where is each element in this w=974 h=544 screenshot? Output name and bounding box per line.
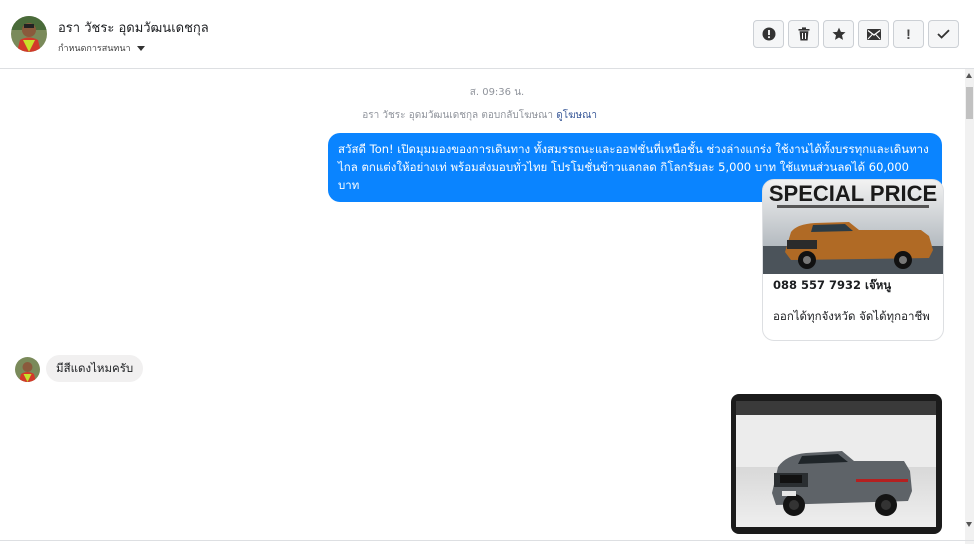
report-button[interactable]: [753, 20, 784, 48]
ad-reply-notice: อรา วัชระ อุดมวัฒนเดชกุล ตอบกลับโฆษณา ดู…: [362, 108, 597, 123]
scroll-up-icon[interactable]: [966, 73, 972, 78]
sender-avatar[interactable]: [15, 357, 40, 382]
chevron-down-icon: [136, 45, 145, 51]
star-icon: [832, 27, 845, 40]
scroll-down-icon[interactable]: [966, 522, 972, 527]
done-button[interactable]: [928, 20, 959, 48]
ad-image: SPECIAL PRICE: [763, 180, 943, 274]
message-thread[interactable]: ส. 09:36 น. อรา วัชระ อุดมวัฒนเดชกุล ตอบ…: [0, 69, 965, 544]
attached-photo[interactable]: [731, 394, 942, 534]
star-button[interactable]: [823, 20, 854, 48]
check-icon: [937, 29, 950, 39]
ad-reply-text: อรา วัชระ อุดมวัฒนเดชกุล ตอบกลับโฆษณา: [362, 110, 554, 121]
conversation-scrollbar[interactable]: [965, 69, 974, 544]
message-timestamp: ส. 09:36 น.: [469, 87, 525, 98]
header-actions: !: [753, 20, 959, 48]
important-button[interactable]: !: [893, 20, 924, 48]
incoming-message: มีสีแดงไหมครับ: [46, 355, 144, 382]
contact-avatar[interactable]: [11, 16, 47, 52]
conversation-settings-label: กำหนดการสนทนา: [58, 44, 131, 54]
truck-photo: [736, 401, 936, 527]
ad-description: ออกได้ทุกจังหวัด จัดได้ทุกอาชีพ: [773, 309, 930, 323]
exclamation-icon: !: [906, 26, 911, 42]
alert-circle-icon: [762, 27, 775, 41]
mail-button[interactable]: [858, 20, 889, 48]
ad-phone: 088 557 7932 เจ๊หนู: [773, 278, 892, 292]
trash-icon: [798, 27, 809, 41]
view-ad-link[interactable]: ดูโฆษณา: [556, 110, 597, 121]
scroll-thumb[interactable]: [966, 87, 973, 119]
conversation-header: อรา วัชระ อุดมวัฒนเดชกุล กำหนดการสนทนา !: [0, 0, 974, 69]
envelope-icon: [866, 28, 881, 40]
contact-name: อรา วัชระ อุดมวัฒนเดชกุล: [58, 21, 209, 36]
divider: [0, 540, 974, 541]
ad-card[interactable]: SPECIAL PRICE 088 557 7932 เจ๊หนู ออกได้…: [762, 179, 944, 341]
delete-button[interactable]: [788, 20, 819, 48]
conversation-settings-dropdown[interactable]: กำหนดการสนทนา: [58, 41, 145, 55]
ad-banner-text: SPECIAL PRICE: [769, 181, 937, 206]
